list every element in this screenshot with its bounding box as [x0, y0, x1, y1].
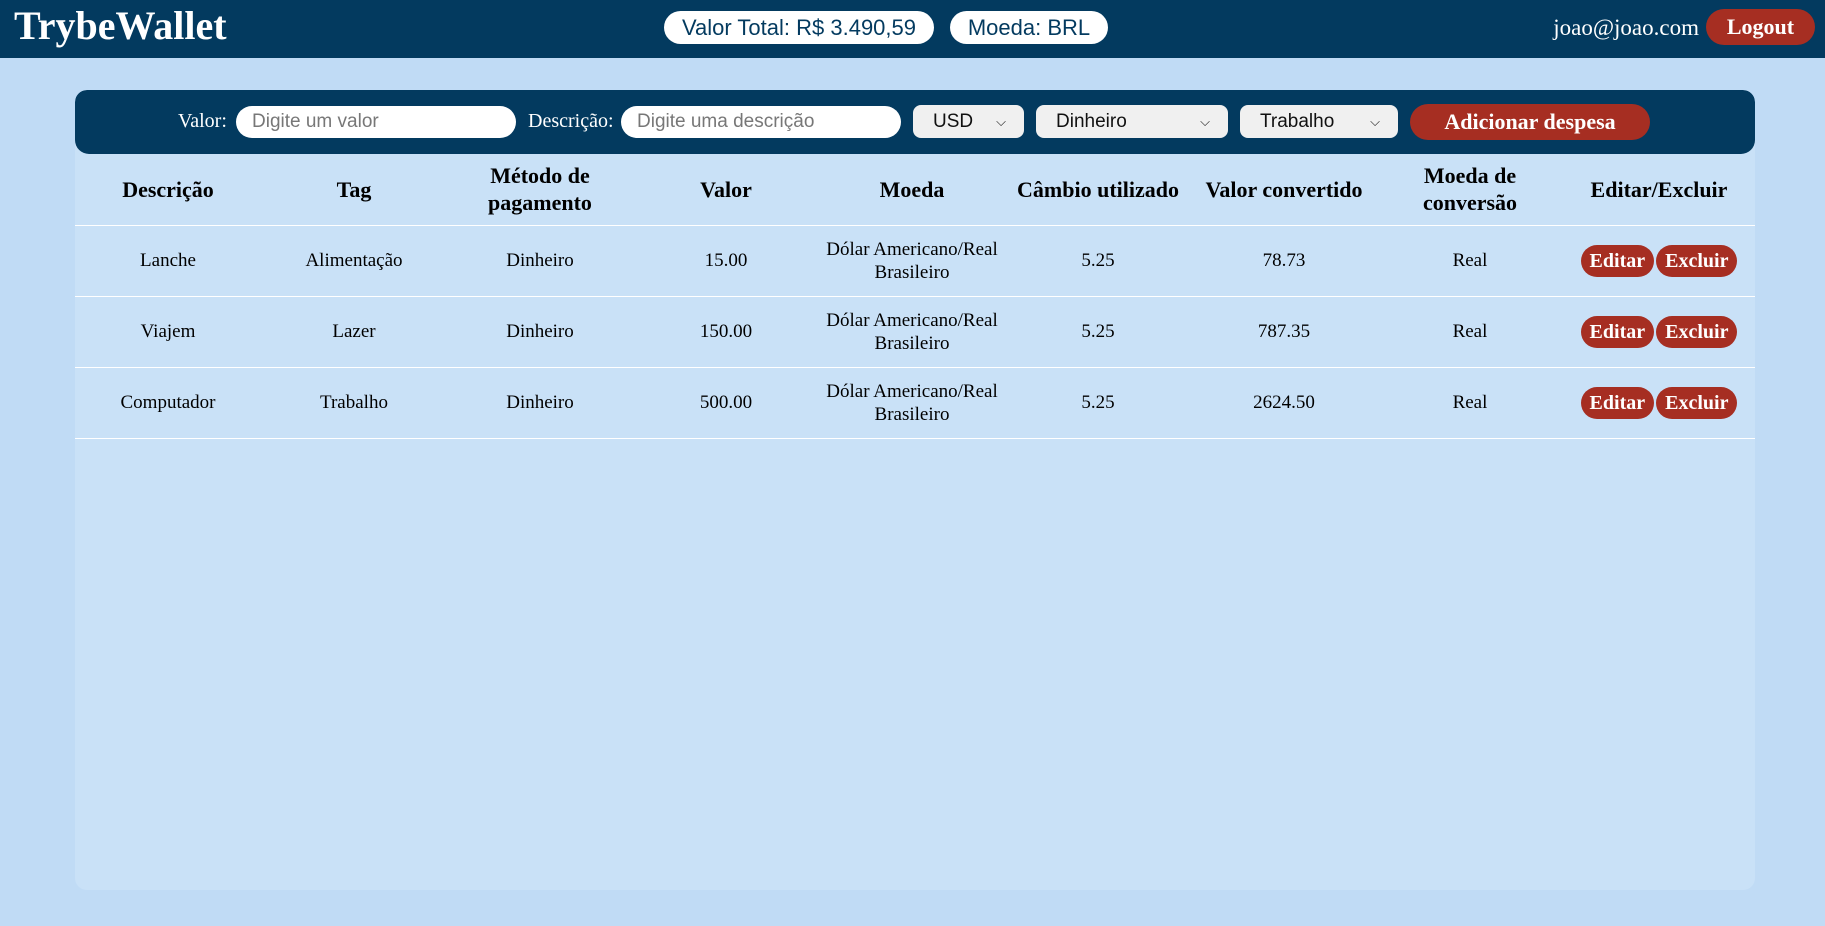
- cell-tag: Alimentação: [261, 225, 447, 297]
- cell-moeda-conversao: Real: [1377, 296, 1563, 368]
- table-row: Computador Trabalho Dinheiro 500.00 Dóla…: [75, 367, 1755, 439]
- cell-moeda-conversao: Real: [1377, 367, 1563, 439]
- valor-input[interactable]: [236, 106, 516, 138]
- cell-convertido: 2624.50: [1191, 367, 1377, 439]
- delete-button[interactable]: Excluir: [1656, 244, 1738, 277]
- cell-valor: 500.00: [633, 367, 819, 439]
- app-header: TrybeWallet Valor Total: R$ 3.490,59 Moe…: [0, 0, 1825, 58]
- cell-descricao: Viajem: [75, 296, 261, 368]
- tag-select-value: Trabalho: [1260, 110, 1335, 132]
- chevron-down-icon: ⌵: [996, 113, 1006, 129]
- expense-form: Valor: Descrição: USD ⌵ Dinheiro ⌵ Traba…: [75, 90, 1755, 154]
- descricao-input[interactable]: [621, 106, 901, 138]
- cell-descricao: Computador: [75, 367, 261, 439]
- wallet-panel: Valor: Descrição: USD ⌵ Dinheiro ⌵ Traba…: [75, 90, 1755, 890]
- table-header-row: Descrição Tag Método de pagamento Valor …: [75, 154, 1755, 226]
- add-expense-button[interactable]: Adicionar despesa: [1410, 104, 1650, 140]
- user-email: joao@joao.com: [1553, 15, 1699, 40]
- cell-moeda-conversao: Real: [1377, 225, 1563, 297]
- cell-descricao: Lanche: [75, 225, 261, 297]
- cell-actions: Editar Excluir: [1563, 225, 1755, 297]
- cell-valor: 15.00: [633, 225, 819, 297]
- delete-button[interactable]: Excluir: [1656, 386, 1738, 419]
- column-header: Tag: [261, 154, 447, 226]
- currency-select[interactable]: USD ⌵: [913, 105, 1024, 138]
- currency-badge: Moeda: BRL: [950, 11, 1108, 44]
- cell-tag: Trabalho: [261, 367, 447, 439]
- column-header: Moeda: [819, 154, 1005, 226]
- app-logo: TrybeWallet: [14, 3, 227, 48]
- table-row: Lanche Alimentação Dinheiro 15.00 Dólar …: [75, 225, 1755, 297]
- cell-moeda: Dólar Americano/Real Brasileiro: [819, 367, 1005, 439]
- cell-moeda: Dólar Americano/Real Brasileiro: [819, 225, 1005, 297]
- logout-button[interactable]: Logout: [1706, 9, 1815, 45]
- delete-button[interactable]: Excluir: [1656, 315, 1738, 348]
- cell-cambio: 5.25: [1005, 225, 1191, 297]
- edit-button[interactable]: Editar: [1580, 386, 1655, 419]
- descricao-label: Descrição:: [528, 110, 614, 132]
- cell-metodo: Dinheiro: [447, 296, 633, 368]
- cell-cambio: 5.25: [1005, 367, 1191, 439]
- currency-select-value: USD: [933, 110, 974, 132]
- payment-method-select[interactable]: Dinheiro ⌵: [1036, 105, 1228, 138]
- cell-convertido: 78.73: [1191, 225, 1377, 297]
- cell-tag: Lazer: [261, 296, 447, 368]
- cell-convertido: 787.35: [1191, 296, 1377, 368]
- chevron-down-icon: ⌵: [1370, 113, 1380, 129]
- column-header: Valor convertido: [1191, 154, 1377, 226]
- chevron-down-icon: ⌵: [1200, 113, 1210, 129]
- edit-button[interactable]: Editar: [1580, 244, 1655, 277]
- column-header: Moeda de conversão: [1377, 154, 1563, 226]
- cell-cambio: 5.25: [1005, 296, 1191, 368]
- column-header: Método de pagamento: [447, 154, 633, 226]
- expenses-table: Descrição Tag Método de pagamento Valor …: [75, 154, 1755, 439]
- cell-moeda: Dólar Americano/Real Brasileiro: [819, 296, 1005, 368]
- valor-label: Valor:: [178, 110, 227, 132]
- column-header: Câmbio utilizado: [1005, 154, 1191, 226]
- edit-button[interactable]: Editar: [1580, 315, 1655, 348]
- cell-actions: Editar Excluir: [1563, 367, 1755, 439]
- total-value-badge: Valor Total: R$ 3.490,59: [664, 11, 934, 44]
- column-header: Editar/Excluir: [1563, 154, 1755, 226]
- tag-select[interactable]: Trabalho ⌵: [1240, 105, 1398, 138]
- table-row: Viajem Lazer Dinheiro 150.00 Dólar Ameri…: [75, 296, 1755, 368]
- cell-valor: 150.00: [633, 296, 819, 368]
- payment-method-select-value: Dinheiro: [1056, 110, 1127, 132]
- column-header: Descrição: [75, 154, 261, 226]
- column-header: Valor: [633, 154, 819, 226]
- cell-actions: Editar Excluir: [1563, 296, 1755, 368]
- cell-metodo: Dinheiro: [447, 225, 633, 297]
- cell-metodo: Dinheiro: [447, 367, 633, 439]
